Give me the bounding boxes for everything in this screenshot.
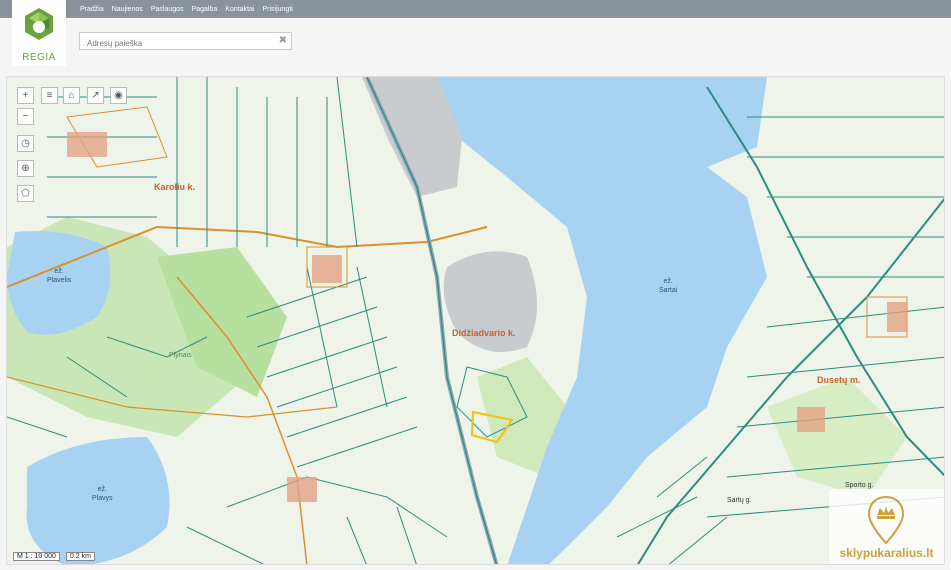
- share-icon[interactable]: ↗: [87, 87, 104, 104]
- label-karoliu: Karoliu k.: [154, 182, 196, 192]
- distance-text: 0.2 km: [65, 552, 95, 561]
- top-navigation-bar: Pradžia Naujienos Paslaugos Pagalba Kont…: [0, 0, 951, 18]
- regia-logo[interactable]: REGIA: [12, 0, 66, 66]
- nav-home[interactable]: Pradžia: [80, 6, 104, 13]
- logo-text: REGIA: [22, 52, 56, 63]
- label-dusetu: Dusetų m.: [817, 375, 861, 385]
- scale-bar: M 1 : 10 000 0.2 km: [13, 552, 95, 561]
- nav-help[interactable]: Pagalba: [192, 6, 218, 13]
- crown-pin-icon: [867, 495, 905, 545]
- zoom-out-button[interactable]: −: [17, 108, 34, 125]
- main-nav: Pradžia Naujienos Paslaugos Pagalba Kont…: [80, 0, 293, 18]
- label-road-sartu: Sartų g.: [727, 497, 752, 504]
- cadastral-map[interactable]: Karoliu k. ež. Plavelis ež. Sartai ež. Plav…: [6, 76, 945, 565]
- nav-news[interactable]: Naujienos: [112, 6, 143, 13]
- zoom-in-button[interactable]: +: [17, 87, 34, 104]
- measure-icon[interactable]: ◷: [17, 135, 34, 152]
- label-plavys: ež. Plavys: [92, 486, 113, 502]
- polygon-icon[interactable]: ⬠: [17, 185, 34, 202]
- target-icon[interactable]: ⊕: [17, 160, 34, 177]
- locate-icon[interactable]: ◉: [110, 87, 127, 104]
- label-plynais: Plynais: [169, 352, 192, 359]
- clear-icon[interactable]: ✖: [279, 35, 287, 46]
- label-didziadvario: Didžiadvario k.: [452, 328, 516, 338]
- address-search-input[interactable]: [85, 35, 279, 52]
- nav-contacts[interactable]: Kontaktai: [225, 6, 254, 13]
- label-plavelis: ež. Plavelis: [47, 268, 72, 284]
- regia-logo-icon: [25, 8, 53, 40]
- pin-icon[interactable]: ⌂: [63, 87, 80, 104]
- watermark: sklypukaralius.lt: [829, 489, 944, 564]
- watermark-text: sklypukaralius.lt: [839, 546, 934, 560]
- address-search: ✖: [79, 32, 292, 52]
- scale-text: M 1 : 10 000: [13, 552, 60, 561]
- label-road-sporto: Sporto g.: [845, 482, 874, 489]
- nav-login[interactable]: Prisijungti: [262, 6, 292, 13]
- map-canvas[interactable]: [7, 77, 945, 565]
- layers-icon[interactable]: ≡: [41, 87, 58, 104]
- nav-services[interactable]: Paslaugos: [151, 6, 184, 13]
- label-sartai: ež. Sartai: [659, 278, 678, 294]
